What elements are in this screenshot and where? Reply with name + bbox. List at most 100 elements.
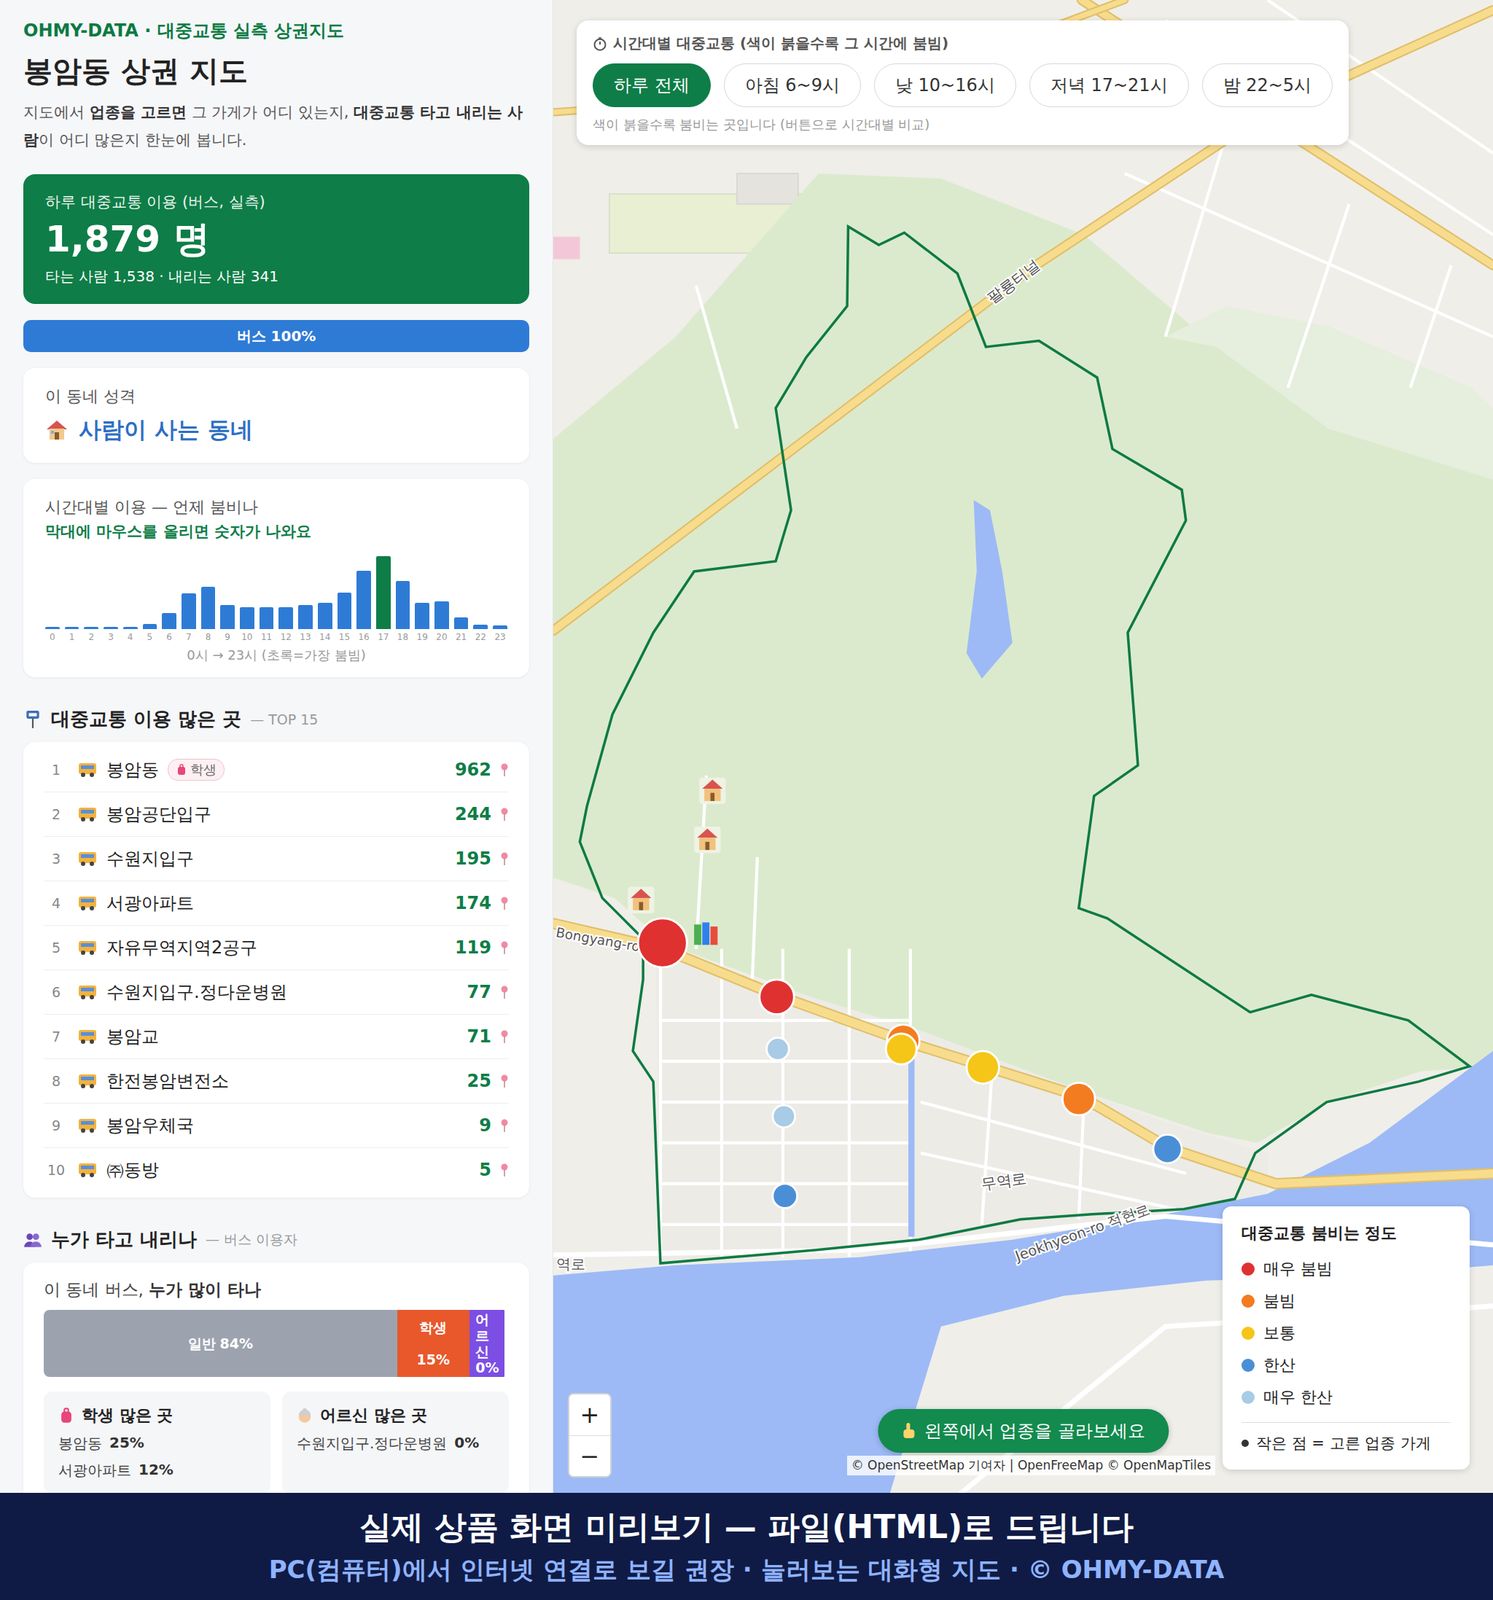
stop-rank: 10 bbox=[43, 1162, 69, 1179]
page-title: 봉암동 상권 지도 bbox=[23, 51, 530, 92]
chart-bar[interactable] bbox=[83, 626, 99, 630]
chart-tick: 3 bbox=[103, 632, 119, 643]
chart-bar[interactable] bbox=[64, 626, 80, 630]
chart-bar[interactable] bbox=[454, 617, 469, 630]
category-hint[interactable]: 왼쪽에서 업종을 골라보세요 bbox=[877, 1409, 1169, 1453]
stop-row[interactable]: 10㈜동방5 bbox=[43, 1148, 509, 1192]
bus-stop-pin[interactable] bbox=[637, 918, 687, 968]
bus-stop-pin[interactable] bbox=[759, 979, 795, 1015]
chart-tick: 5 bbox=[142, 632, 158, 643]
pushpin-icon[interactable] bbox=[500, 895, 509, 911]
stop-rank: 1 bbox=[43, 761, 69, 778]
pushpin-icon[interactable] bbox=[500, 1029, 509, 1044]
pushpin-icon[interactable] bbox=[500, 1162, 509, 1178]
bus-stop-pin[interactable] bbox=[1062, 1082, 1095, 1116]
bus-icon bbox=[77, 895, 98, 912]
stop-row[interactable]: 6수원지입구.정다운병원77 bbox=[43, 970, 509, 1015]
map[interactable]: 팔룡터널Bongyang-ro무역로Jeokhyeon-ro 적현로역로시간대별… bbox=[553, 0, 1493, 1493]
bus-stop-pin[interactable] bbox=[885, 1033, 917, 1065]
stop-row[interactable]: 2봉암공단입구244 bbox=[43, 792, 509, 837]
chart-bar[interactable] bbox=[220, 605, 235, 630]
time-button[interactable]: 낮 10~16시 bbox=[874, 63, 1017, 108]
pointing-hand-icon bbox=[901, 1422, 916, 1440]
school-icon[interactable] bbox=[627, 886, 654, 913]
chart-bar[interactable] bbox=[239, 607, 255, 630]
character-card: 이 동네 성격사람이 사는 동네 bbox=[23, 368, 530, 463]
chart-tick: 4 bbox=[123, 632, 138, 643]
zoom-in-button[interactable]: + bbox=[569, 1394, 611, 1436]
chart-bar[interactable] bbox=[161, 613, 177, 630]
bus-icon bbox=[77, 939, 98, 956]
pushpin-icon[interactable] bbox=[500, 807, 509, 822]
chart-tick: 8 bbox=[201, 632, 216, 643]
legend-item: 붐빔 bbox=[1241, 1285, 1451, 1318]
bus-stop-pin[interactable] bbox=[1153, 1135, 1182, 1164]
stopwatch-icon bbox=[592, 36, 608, 52]
bar-column bbox=[201, 556, 216, 630]
school-icon[interactable] bbox=[694, 826, 721, 853]
chart-bar[interactable] bbox=[492, 625, 508, 630]
chart-bar[interactable] bbox=[123, 626, 138, 630]
stop-list: 1봉암동 학생9622봉암공단입구2443수원지입구1954서광아파트1745자… bbox=[23, 742, 530, 1198]
legend-item: 한산 bbox=[1241, 1349, 1451, 1382]
bus-icon bbox=[77, 1162, 98, 1179]
chart-bar[interactable] bbox=[395, 581, 411, 630]
pushpin-icon[interactable] bbox=[500, 762, 509, 778]
pushpin-icon[interactable] bbox=[500, 1118, 509, 1133]
time-button[interactable]: 밤 22~5시 bbox=[1202, 63, 1334, 108]
school-icon[interactable] bbox=[699, 777, 726, 805]
chart-bar[interactable] bbox=[376, 556, 391, 630]
bus-stop-pin[interactable] bbox=[966, 1051, 1000, 1085]
chart-bar[interactable] bbox=[317, 602, 333, 630]
chart-bar[interactable] bbox=[337, 592, 353, 630]
pushpin-icon[interactable] bbox=[500, 940, 509, 955]
time-button[interactable]: 저녁 17~21시 bbox=[1029, 63, 1190, 108]
time-button[interactable]: 아침 6~9시 bbox=[723, 63, 861, 108]
legend-item: 보통 bbox=[1241, 1317, 1451, 1350]
bus-stop-pin[interactable] bbox=[772, 1183, 798, 1209]
time-button[interactable]: 하루 전체 bbox=[592, 63, 711, 108]
chart-bar[interactable] bbox=[434, 601, 450, 630]
chart-tick: 16 bbox=[356, 632, 372, 643]
stop-row[interactable]: 8한전봉암변전소25 bbox=[43, 1059, 509, 1104]
chart-bar[interactable] bbox=[103, 626, 119, 630]
stop-row[interactable]: 7봉암교71 bbox=[43, 1014, 509, 1060]
stop-row[interactable]: 3수원지입구195 bbox=[43, 836, 509, 882]
chart-tick: 10 bbox=[239, 632, 255, 643]
books-icon[interactable] bbox=[694, 922, 718, 945]
stop-row[interactable]: 4서광아파트174 bbox=[43, 881, 509, 926]
chart-bar[interactable] bbox=[473, 624, 488, 630]
stop-row[interactable]: 1봉암동 학생962 bbox=[43, 747, 509, 793]
zoom-out-button[interactable]: − bbox=[569, 1435, 611, 1477]
stop-row[interactable]: 5자유무역지역2공구119 bbox=[43, 925, 509, 971]
chart-bar[interactable] bbox=[414, 602, 430, 630]
chart-bar[interactable] bbox=[201, 586, 216, 630]
bus-stop-pin[interactable] bbox=[766, 1038, 790, 1061]
stop-name: 자유무역지역2공구 bbox=[106, 936, 258, 960]
rider-share-bar: 일반84%학생15%어르신0% bbox=[43, 1310, 509, 1378]
chart-bar[interactable] bbox=[356, 570, 372, 630]
chart-tick: 6 bbox=[161, 632, 177, 643]
pushpin-icon[interactable] bbox=[500, 851, 509, 867]
chart-bar[interactable] bbox=[259, 607, 275, 630]
bus-stop-pin[interactable] bbox=[772, 1105, 796, 1128]
chart-tick: 18 bbox=[395, 632, 411, 643]
rider-segment: 일반84% bbox=[43, 1310, 398, 1378]
chart-bar[interactable] bbox=[45, 626, 60, 630]
main: OHMY-DATA · 대중교통 실측 상권지도봉암동 상권 지도지도에서 업종… bbox=[0, 0, 1493, 1493]
chart-bar[interactable] bbox=[181, 593, 197, 630]
stop-row[interactable]: 9봉암우체국9 bbox=[43, 1103, 509, 1149]
chart-bar[interactable] bbox=[298, 605, 313, 630]
dong-boundary bbox=[579, 226, 1469, 1264]
pushpin-icon[interactable] bbox=[500, 984, 509, 1000]
bus-icon bbox=[77, 984, 98, 1001]
chart-tick: 15 bbox=[337, 632, 353, 643]
chart-bar[interactable] bbox=[142, 624, 158, 630]
pushpin-icon[interactable] bbox=[500, 1073, 509, 1089]
chart-tick: 19 bbox=[414, 632, 430, 643]
chart-tick: 12 bbox=[278, 632, 294, 643]
chart-bar[interactable] bbox=[278, 607, 294, 630]
chart-ticks: 01234567891011121314151617181920212223 bbox=[45, 632, 508, 643]
group-row: 서광아파트12% bbox=[58, 1460, 256, 1481]
map-attribution[interactable]: © OpenStreetMap 기여자 | OpenFreeMap © Open… bbox=[847, 1455, 1216, 1476]
